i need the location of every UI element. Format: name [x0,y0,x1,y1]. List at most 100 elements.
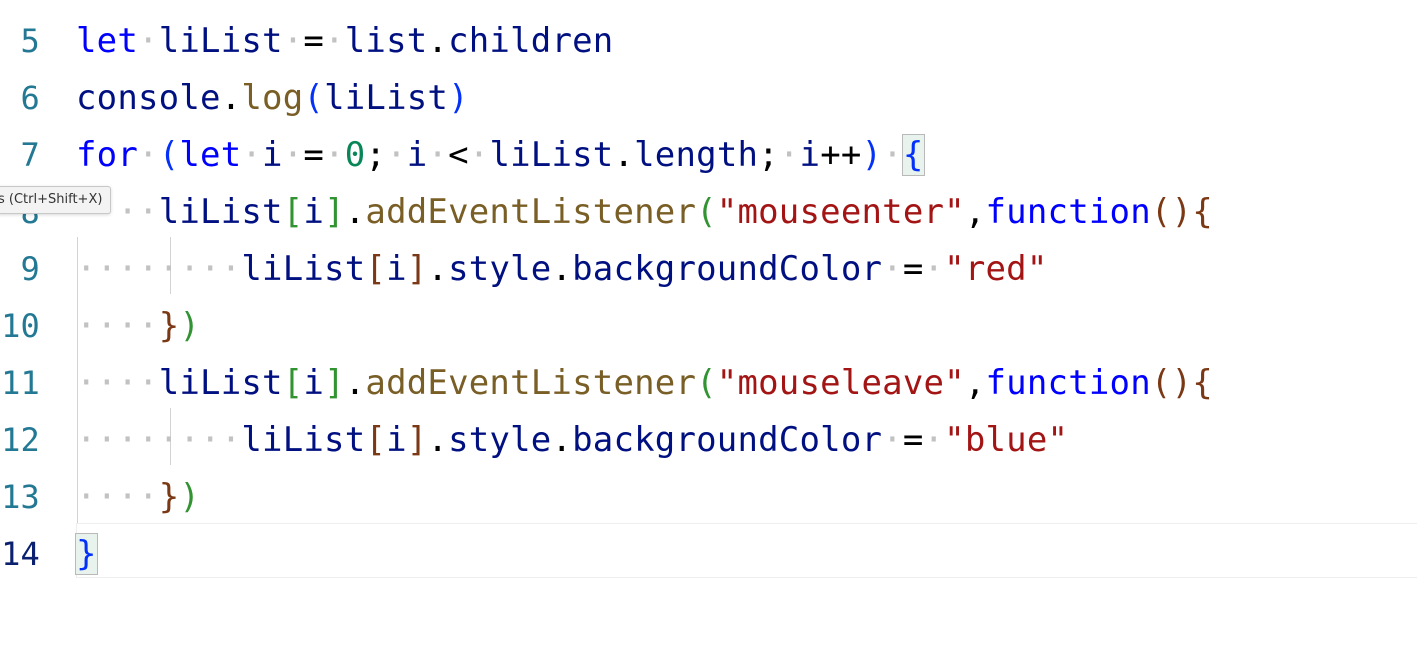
line-code: ····}) [76,298,200,355]
code-token: · [882,420,903,460]
line-number: 14 [1,535,40,573]
code-line[interactable]: 5 let·liList·=·list.children [0,13,1417,70]
code-token: · [324,135,345,175]
code-token: · [282,21,304,61]
code-token: liList [324,78,449,118]
code-token: list [344,21,428,61]
code-token: backgroundColor [572,249,883,289]
code-token: } [75,533,98,575]
code-token: "red" [944,249,1048,289]
code-line[interactable]: 14} [0,526,1417,583]
code-token: } [158,477,180,517]
code-token: log [241,78,304,118]
code-token: . [344,363,366,403]
code-token: ···· [76,363,159,403]
code-token: · [427,135,449,175]
code-line[interactable]: 7 for·(let·i·=·0;·i·<·liList.length;·i++)… [0,127,1417,184]
code-token: · [282,135,304,175]
code-token: . [427,420,449,460]
line-number: 12 [1,421,40,459]
code-token: ···· [76,306,159,346]
line-number: 10 [1,307,40,345]
code-token: () [1150,363,1193,403]
code-line[interactable]: 9 ········liList[i].style.backgroundColor… [0,241,1417,298]
code-token: = [902,420,924,460]
code-line[interactable]: 10 ····}) [0,298,1417,355]
code-token: ) [179,306,201,346]
code-token: liList [241,249,366,289]
code-token: addEventListener [365,192,697,232]
code-token: ) [179,477,201,517]
code-token: console [76,78,221,118]
code-token: = [303,135,325,175]
line-code: let·liList·=·list.children [76,13,613,70]
code-line[interactable]: 8····liList[i].addEventListener("mouseen… [0,184,1417,241]
code-token: ( [303,78,325,118]
code-token: { [1192,192,1213,232]
code-line[interactable]: 12 ········liList[i].style.backgroundColo… [0,412,1417,469]
code-token: · [923,420,945,460]
code-token: let [76,21,139,61]
line-code: ····liList[i].addEventListener("mouselea… [76,355,1213,412]
line-number: 5 [20,22,40,60]
code-token: ( [158,135,180,175]
code-token: · [386,135,407,175]
line-code: console.log(liList) [76,70,469,127]
tooltip: s (Ctrl+Shift+X) [0,186,112,214]
code-line[interactable]: 11 ····liList[i].addEventListener("mousel… [0,355,1417,412]
code-token: liList [489,135,614,175]
code-token: "blue" [944,420,1069,460]
code-token: = [902,249,924,289]
code-token: , [964,192,986,232]
code-token: } [158,306,180,346]
code-token: · [468,135,490,175]
code-token: i [386,420,407,460]
code-token: · [882,249,903,289]
code-editor[interactable]: 5 let·liList·=·list.children 6 console.log(… [0,0,1417,649]
code-token: style [448,420,552,460]
code-token: ) [448,78,469,118]
code-token: [ [282,192,304,232]
code-token: liList [241,420,366,460]
code-line[interactable]: 13 ····}) [0,469,1417,526]
code-token: . [427,21,449,61]
code-token: · [138,135,159,175]
code-token: . [427,249,449,289]
code-token: . [220,78,242,118]
code-token: i [406,135,428,175]
code-token: "mouseleave" [716,363,965,403]
line-code: ····}) [76,469,200,526]
code-token: i [303,363,325,403]
code-token: ········ [76,249,242,289]
code-token: . [551,249,573,289]
code-token: function [985,363,1151,403]
code-token: < [448,135,469,175]
line-code: ····liList[i].addEventListener("mouseent… [76,184,1213,241]
code-token: { [1192,363,1213,403]
code-token: style [448,249,552,289]
code-token: i [799,135,821,175]
code-token: · [923,249,945,289]
code-line[interactable]: 6 console.log(liList) [0,70,1417,127]
code-token: length [634,135,759,175]
line-code: ········liList[i].style.backgroundColor·… [76,412,1068,469]
code-token: [ [282,363,304,403]
code-token: ) [861,135,883,175]
code-token: [ [365,420,387,460]
line-number: 6 [20,79,40,117]
code-token: children [448,21,614,61]
code-token: ] [406,249,428,289]
code-token: ···· [76,477,159,517]
code-token: · [882,135,903,175]
code-token: ] [324,363,345,403]
code-token: i [303,192,325,232]
code-token: liList [158,21,283,61]
code-token: ++ [820,135,862,175]
line-number: 7 [20,136,40,174]
code-token: liList [158,363,283,403]
code-token: { [901,134,925,176]
code-token: i [262,135,283,175]
code-token: let [179,135,242,175]
line-number: 13 [1,478,40,516]
line-number: 11 [1,364,40,402]
